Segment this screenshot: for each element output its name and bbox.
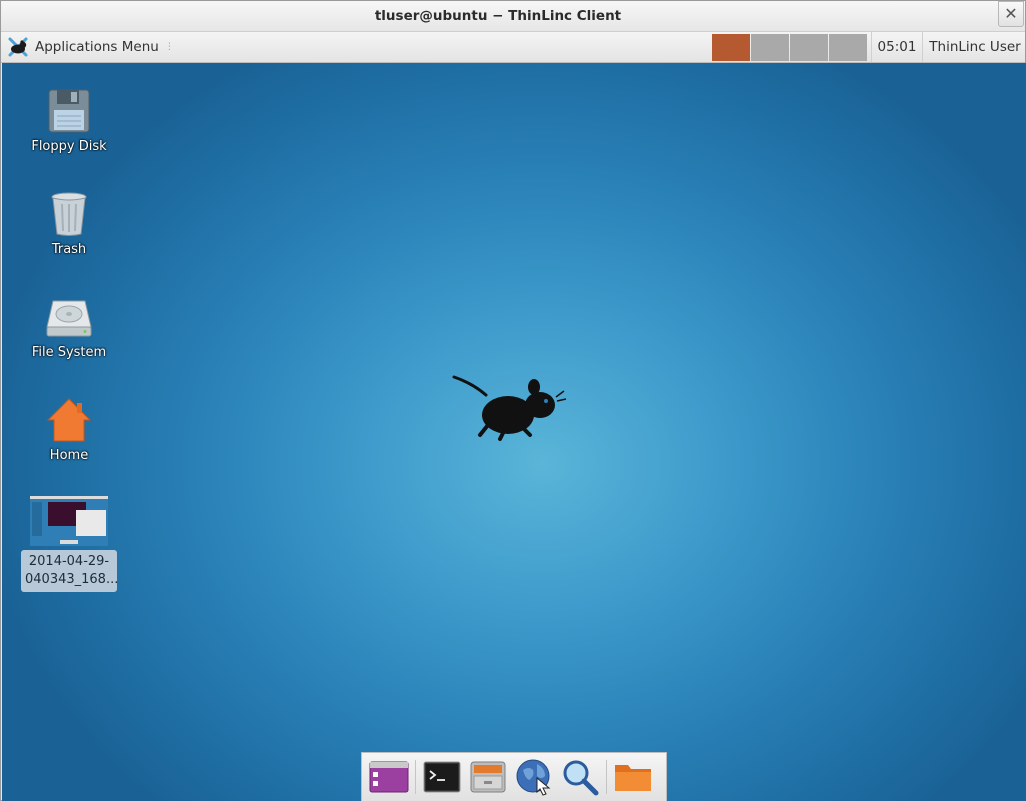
web-browser-icon: [516, 759, 551, 796]
desktop-icon-label: Floppy Disk: [31, 139, 107, 154]
dock-terminal[interactable]: [419, 755, 465, 799]
workspace-2[interactable]: [751, 34, 789, 61]
applications-menu-button[interactable]: Applications Menu ⋮: [7, 34, 174, 60]
show-desktop-icon: [369, 761, 409, 793]
desktop-icon-label: Home: [49, 448, 89, 463]
desktop-icon-trash[interactable]: Trash: [21, 190, 117, 257]
workspace-1[interactable]: [712, 34, 750, 61]
desktop-icon-screenshot[interactable]: 2014-04-29-040343_168...: [21, 496, 118, 592]
hard-drive-icon: [46, 300, 92, 337]
panel-handle-icon: ⋮: [164, 42, 174, 52]
workspace-3[interactable]: [790, 34, 828, 61]
terminal-icon: [423, 761, 461, 793]
xfce-mouse-logo: [452, 375, 567, 441]
window-titlebar[interactable]: tluser@ubuntu − ThinLinc Client ✕: [1, 1, 1025, 32]
workspace-switcher: [712, 34, 868, 61]
thinlinc-client-window: tluser@ubuntu − ThinLinc Client ✕ Applic…: [0, 0, 1026, 801]
xfce-mouse-icon: [8, 37, 28, 57]
dock-folder[interactable]: [610, 755, 656, 799]
bottom-dock: [361, 752, 667, 801]
home-icon: [46, 398, 92, 442]
desktop-icon-floppy-disk[interactable]: Floppy Disk: [21, 87, 117, 154]
dock-separator: [415, 760, 416, 794]
desktop-icon-home[interactable]: Home: [21, 396, 117, 463]
desktop-icon-label: File System: [31, 345, 107, 360]
top-panel: Applications Menu ⋮ 05:01 ThinLinc User: [1, 32, 1025, 63]
trash-icon: [51, 192, 87, 236]
dock-separator: [606, 760, 607, 794]
desktop-icon-file-system[interactable]: File System: [21, 293, 117, 360]
dock-show-desktop[interactable]: [366, 755, 412, 799]
desktop-area[interactable]: Floppy Disk Trash File System Home 2014-…: [2, 63, 1026, 801]
panel-clock[interactable]: 05:01: [871, 32, 923, 62]
folder-icon: [615, 765, 651, 791]
desktop-icon-label: 2014-04-29-040343_168...: [21, 550, 118, 592]
dock-web-browser[interactable]: [511, 755, 557, 799]
file-manager-icon: [470, 761, 506, 793]
user-menu[interactable]: ThinLinc User: [925, 32, 1025, 62]
dock-app-finder[interactable]: [557, 755, 603, 799]
desktop-icon-label: Trash: [51, 242, 87, 257]
app-finder-icon: [563, 760, 599, 796]
applications-menu-label: Applications Menu: [35, 39, 159, 55]
floppy-disk-icon: [48, 89, 90, 133]
window-title: tluser@ubuntu − ThinLinc Client: [374, 8, 622, 24]
close-button[interactable]: ✕: [998, 1, 1024, 27]
close-icon: ✕: [1004, 4, 1018, 23]
screenshot-thumbnail: [30, 496, 108, 546]
dock-file-manager[interactable]: [465, 755, 511, 799]
workspace-4[interactable]: [829, 34, 867, 61]
